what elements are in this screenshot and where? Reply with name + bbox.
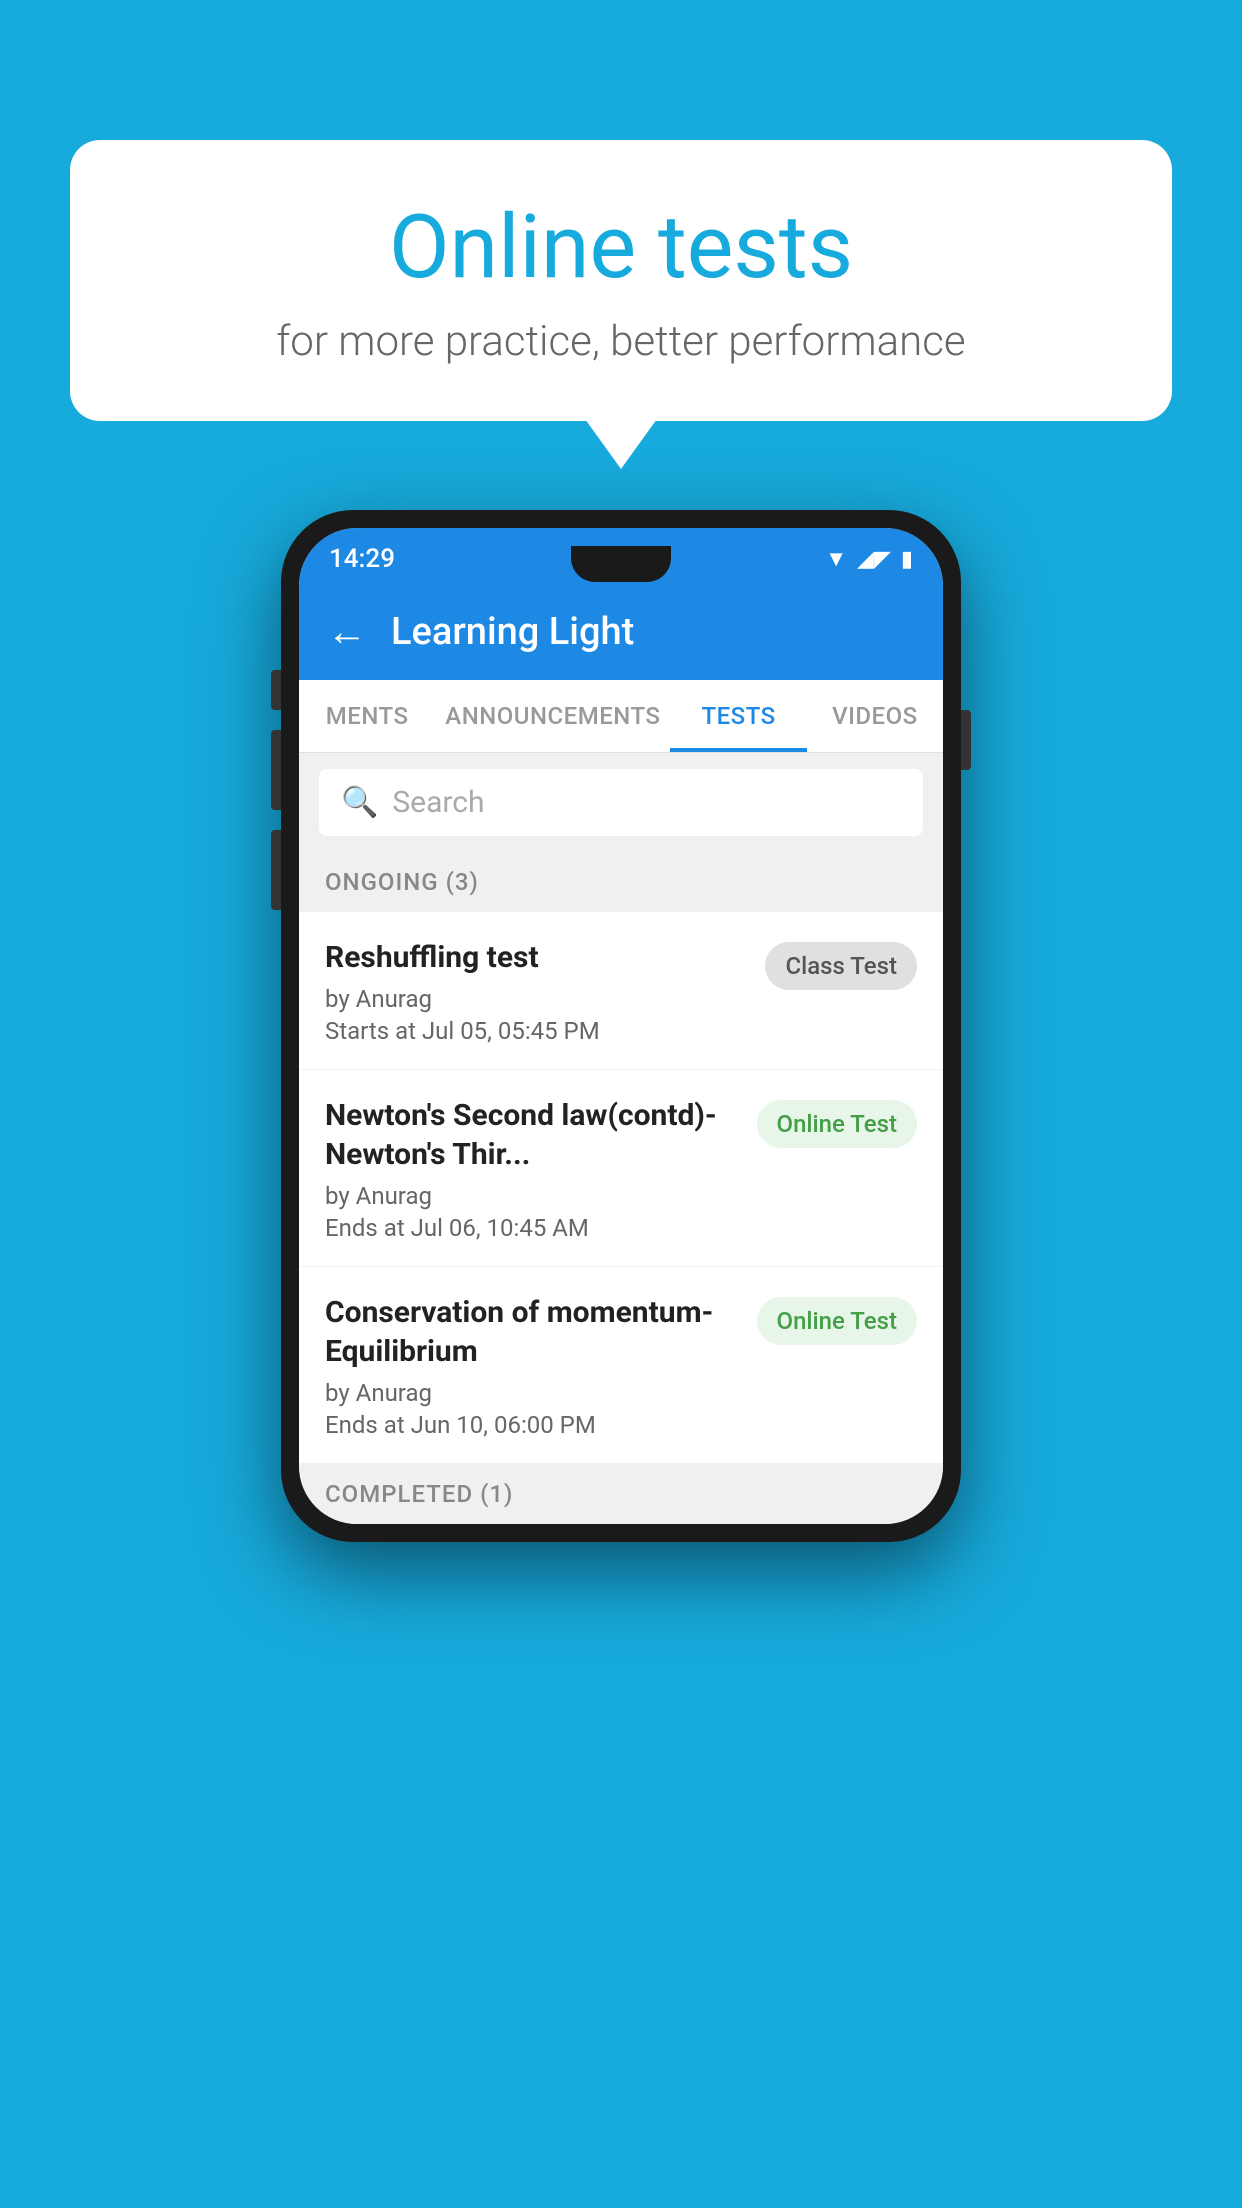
test-title-1: Reshuffling test xyxy=(325,938,749,977)
volume-mute-button xyxy=(271,670,281,710)
speech-bubble: Online tests for more practice, better p… xyxy=(70,140,1172,421)
test-badge-1: Class Test xyxy=(765,942,917,990)
search-container: 🔍 Search xyxy=(299,753,943,852)
status-time: 14:29 xyxy=(329,544,395,574)
completed-section-header: COMPLETED (1) xyxy=(299,1464,943,1524)
search-placeholder: Search xyxy=(392,785,484,820)
tabs-bar: MENTS ANNOUNCEMENTS TESTS VIDEOS xyxy=(299,680,943,753)
bubble-subtitle: for more practice, better performance xyxy=(150,317,1092,366)
test-badge-2: Online Test xyxy=(757,1100,917,1148)
search-icon: 🔍 xyxy=(341,785,378,820)
bubble-title: Online tests xyxy=(150,200,1092,297)
test-time-3: Ends at Jun 10, 06:00 PM xyxy=(325,1411,741,1439)
test-time-1: Starts at Jul 05, 05:45 PM xyxy=(325,1017,749,1045)
tab-tests[interactable]: TESTS xyxy=(670,680,806,752)
app-bar-title: Learning Light xyxy=(391,610,634,654)
tab-ments[interactable]: MENTS xyxy=(299,680,435,752)
back-button[interactable]: ← xyxy=(327,612,367,652)
test-info-3: Conservation of momentum-Equilibrium by … xyxy=(325,1293,741,1439)
phone-notch xyxy=(571,546,671,582)
test-info-2: Newton's Second law(contd)-Newton's Thir… xyxy=(325,1096,741,1242)
search-box[interactable]: 🔍 Search xyxy=(319,769,923,836)
battery-icon: ▮ xyxy=(901,547,913,572)
volume-down-button xyxy=(271,830,281,910)
test-author-2: by Anurag xyxy=(325,1182,741,1210)
phone-mockup: 14:29 ▼ ◢◤ ▮ ← Learning Light MENTS ANNO… xyxy=(281,510,961,1542)
power-button xyxy=(961,710,971,770)
tab-announcements[interactable]: ANNOUNCEMENTS xyxy=(435,680,670,752)
tab-videos[interactable]: VIDEOS xyxy=(807,680,943,752)
status-icons: ▼ ◢◤ ▮ xyxy=(825,546,913,572)
ongoing-label: ONGOING (3) xyxy=(325,868,479,896)
test-author-3: by Anurag xyxy=(325,1379,741,1407)
test-item-reshuffling[interactable]: Reshuffling test by Anurag Starts at Jul… xyxy=(299,912,943,1070)
test-title-2: Newton's Second law(contd)-Newton's Thir… xyxy=(325,1096,741,1174)
wifi-icon: ▼ xyxy=(825,546,847,572)
test-item-newton[interactable]: Newton's Second law(contd)-Newton's Thir… xyxy=(299,1070,943,1267)
test-author-1: by Anurag xyxy=(325,985,749,1013)
ongoing-section-header: ONGOING (3) xyxy=(299,852,943,912)
test-title-3: Conservation of momentum-Equilibrium xyxy=(325,1293,741,1371)
test-time-2: Ends at Jul 06, 10:45 AM xyxy=(325,1214,741,1242)
signal-icon: ◢◤ xyxy=(857,547,891,572)
test-item-conservation[interactable]: Conservation of momentum-Equilibrium by … xyxy=(299,1267,943,1464)
test-badge-3: Online Test xyxy=(757,1297,917,1345)
volume-up-button xyxy=(271,730,281,810)
test-info-1: Reshuffling test by Anurag Starts at Jul… xyxy=(325,938,749,1045)
completed-label: COMPLETED (1) xyxy=(325,1480,513,1508)
phone-outer: 14:29 ▼ ◢◤ ▮ ← Learning Light MENTS ANNO… xyxy=(281,510,961,1542)
app-bar: ← Learning Light xyxy=(299,584,943,680)
speech-bubble-container: Online tests for more practice, better p… xyxy=(70,140,1172,421)
phone-screen: 14:29 ▼ ◢◤ ▮ ← Learning Light MENTS ANNO… xyxy=(299,528,943,1524)
